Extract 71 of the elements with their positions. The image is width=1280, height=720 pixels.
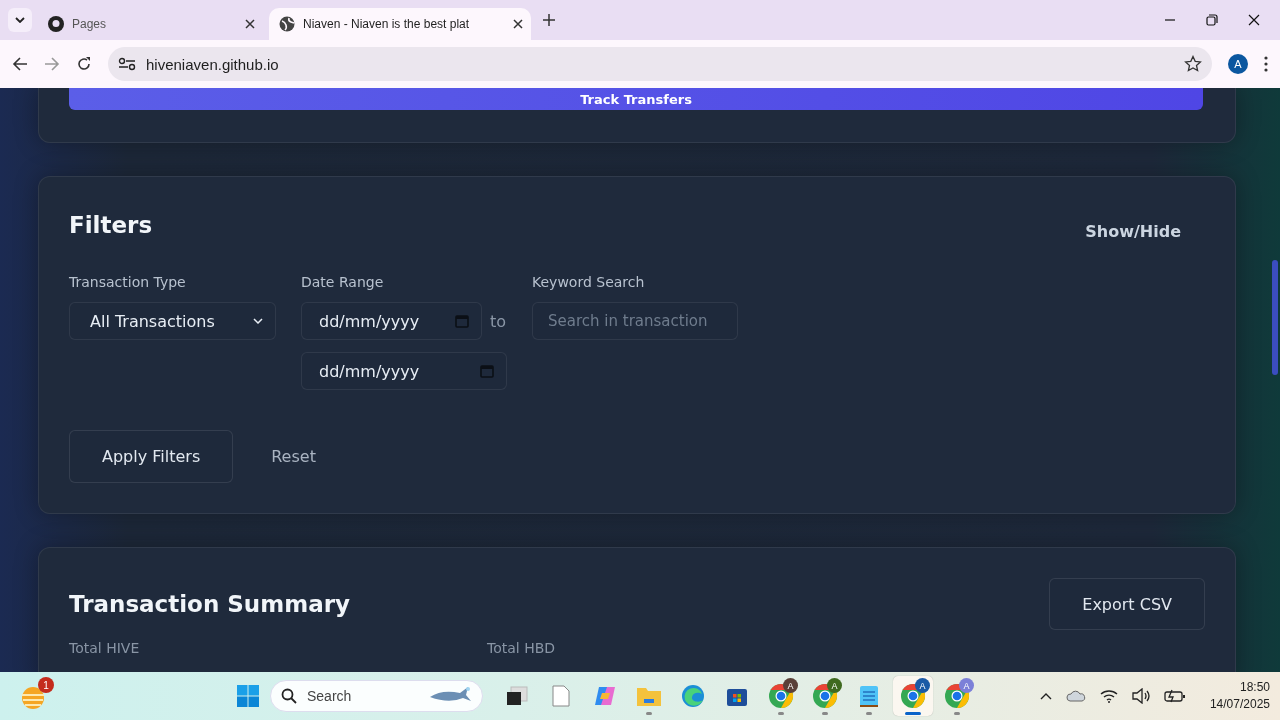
running-indicator xyxy=(866,712,872,715)
range-separator: to xyxy=(490,311,507,331)
windows-icon[interactable] xyxy=(505,685,529,707)
clock-date: 14/07/2025 xyxy=(1209,696,1270,713)
chevron-icon xyxy=(15,17,25,23)
export-csv-button[interactable]: Export CSV xyxy=(1049,578,1205,630)
close-icon[interactable] xyxy=(1248,14,1260,26)
globe-icon xyxy=(279,16,295,32)
stat-label: Total HIVE xyxy=(69,640,140,656)
site-settings-icon[interactable] xyxy=(118,57,136,71)
show-hide-button[interactable]: Show/Hide xyxy=(1079,221,1187,242)
taskbar-app[interactable]: A xyxy=(761,676,801,716)
edge-icon[interactable] xyxy=(681,684,705,708)
address-bar[interactable]: hiveniaven.github.io xyxy=(108,47,1212,81)
browser-tab[interactable]: Niaven - Niaven is the best plat xyxy=(269,8,531,40)
cloud-icon[interactable] xyxy=(1065,690,1086,702)
speaker-icon[interactable] xyxy=(1131,688,1150,704)
taskbar-search[interactable]: Search xyxy=(270,680,483,712)
section-title: Filters xyxy=(69,211,153,238)
running-indicator xyxy=(905,712,921,715)
search-icon xyxy=(281,688,297,704)
field-label: Date Range xyxy=(301,274,385,290)
notification-badge: 1 xyxy=(38,677,54,693)
profile-badge: A xyxy=(827,678,842,693)
copilot-icon[interactable] xyxy=(593,685,617,707)
scrollbar-thumb[interactable] xyxy=(1272,260,1278,375)
forward-icon[interactable] xyxy=(44,56,60,72)
browser-tab[interactable]: Pages xyxy=(38,8,263,40)
running-indicator xyxy=(822,712,828,715)
field-label: Transaction Type xyxy=(69,274,187,290)
back-icon[interactable] xyxy=(12,56,28,72)
running-indicator xyxy=(954,712,960,715)
system-clock[interactable]: 18:50 14/07/2025 xyxy=(1209,679,1270,713)
notepad-icon[interactable] xyxy=(859,684,879,708)
tab-search-button[interactable] xyxy=(8,8,32,32)
apply-filters-button[interactable]: Apply Filters xyxy=(69,430,234,483)
date-field[interactable]: dd/mm/yyyy xyxy=(301,302,482,340)
search-field[interactable]: Search in transaction xyxy=(532,302,738,340)
running-indicator xyxy=(646,712,652,715)
battery-icon[interactable] xyxy=(1163,689,1186,703)
type-dropdown[interactable]: All Transactions xyxy=(69,302,276,340)
chevron-up-icon[interactable] xyxy=(1039,692,1052,700)
stat-label: Total HBD xyxy=(487,640,556,656)
new-tab-icon[interactable] xyxy=(543,14,555,26)
running-indicator xyxy=(778,712,784,715)
taskbar-app[interactable]: A xyxy=(937,676,977,716)
taskbar-app[interactable]: A xyxy=(893,676,933,716)
folder-icon[interactable] xyxy=(636,685,662,707)
reload-icon[interactable] xyxy=(76,56,92,72)
restore-icon[interactable] xyxy=(1206,14,1218,26)
start-icon[interactable] xyxy=(236,684,260,708)
field-label: Keyword Search xyxy=(532,274,646,290)
profile-badge: A xyxy=(783,678,798,693)
tab-title: Pages xyxy=(72,17,108,31)
close-icon[interactable] xyxy=(245,19,255,29)
clock-time: 18:50 xyxy=(1239,679,1270,696)
date-field[interactable]: dd/mm/yyyy xyxy=(301,352,507,390)
reset-button[interactable]: Reset xyxy=(265,446,322,467)
menu-icon[interactable] xyxy=(1264,56,1268,72)
track-transfers-button[interactable]: Track Transfers xyxy=(69,88,1203,110)
url-text: hiveniaven.github.io xyxy=(146,55,280,73)
profile-avatar[interactable]: A xyxy=(1228,54,1248,74)
section-title: Transaction Summary xyxy=(69,591,351,617)
taskbar-app[interactable]: A xyxy=(805,676,845,716)
star-icon[interactable] xyxy=(1184,55,1202,73)
chevron-icon xyxy=(253,318,263,324)
wifi-icon[interactable] xyxy=(1099,689,1118,703)
tab-title: Niaven - Niaven is the best plat xyxy=(303,17,471,31)
profile-badge: A xyxy=(959,678,974,693)
close-icon[interactable] xyxy=(513,19,523,29)
profile-badge: A xyxy=(915,678,930,693)
